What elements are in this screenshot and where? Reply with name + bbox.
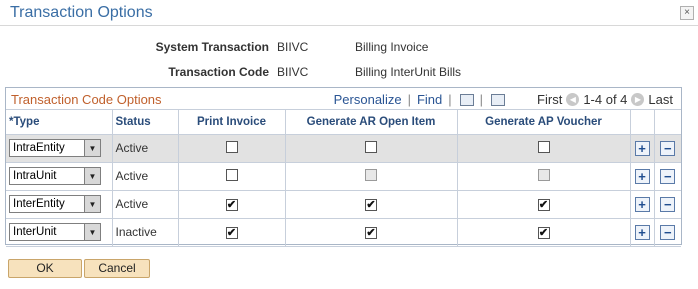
column-header-remove <box>654 110 681 135</box>
personalize-link[interactable]: Personalize <box>334 92 402 107</box>
delete-row-button[interactable]: − <box>660 168 676 184</box>
type-select-value: InterUnit <box>13 226 57 238</box>
type-select[interactable]: IntraEntity ▼ <box>9 139 101 157</box>
chevron-down-icon[interactable]: ▼ <box>84 196 100 212</box>
transaction-code-desc: Billing InterUnit Bills <box>355 65 462 79</box>
table-row: IntraEntity ▼ Active + − <box>6 134 681 163</box>
column-header-status[interactable]: Status <box>112 110 179 135</box>
row-range: 1-4 of 4 <box>583 92 628 107</box>
column-header-print-invoice[interactable]: Print Invoice <box>178 110 286 135</box>
column-header-type[interactable]: *Type <box>6 110 113 135</box>
ar-open-item-checkbox[interactable] <box>365 140 377 153</box>
ap-voucher-checkbox[interactable]: ✔ <box>537 227 550 239</box>
ap-voucher-checkbox[interactable] <box>537 140 550 153</box>
ap-voucher-checkbox <box>537 168 550 181</box>
grid-header: Transaction Code Options Personalize | F… <box>6 88 681 110</box>
column-header-add <box>630 110 655 135</box>
last-label: Last <box>648 92 673 107</box>
delete-row-button[interactable]: − <box>660 196 676 212</box>
find-link[interactable]: Find <box>417 92 442 107</box>
nav-separator: | <box>448 92 452 107</box>
options-table: *Type Status Print Invoice Generate AR O… <box>6 110 681 247</box>
table-row: InterUnit ▼ Inactive ✔ ✔ ✔ + − <box>6 218 681 247</box>
window-title: Transaction Options <box>10 4 153 21</box>
add-row-button[interactable]: + <box>634 168 650 184</box>
type-select-value: InterEntity <box>13 198 65 210</box>
transaction-code-label: Transaction Code <box>168 65 269 79</box>
type-select-value: IntraEntity <box>13 142 65 154</box>
type-select-value: IntraUnit <box>13 170 57 182</box>
print-invoice-checkbox[interactable]: ✔ <box>225 199 238 211</box>
first-label: First <box>537 92 563 107</box>
nav-separator: | <box>407 92 411 107</box>
next-arrow-icon[interactable]: ▶ <box>631 93 645 106</box>
download-grid-icon[interactable] <box>491 93 506 106</box>
ap-voucher-checkbox[interactable]: ✔ <box>537 199 550 211</box>
ar-open-item-checkbox <box>365 168 377 181</box>
ar-open-item-checkbox[interactable]: ✔ <box>365 199 377 211</box>
type-select[interactable]: InterEntity ▼ <box>9 195 101 213</box>
chevron-down-icon[interactable]: ▼ <box>84 168 100 184</box>
column-header-generate-ap-voucher[interactable]: Generate AP Voucher <box>457 110 631 135</box>
print-invoice-checkbox[interactable] <box>225 168 238 181</box>
cancel-button[interactable]: Cancel <box>84 259 150 278</box>
print-invoice-checkbox[interactable]: ✔ <box>225 227 238 239</box>
add-row-button[interactable]: + <box>634 196 650 212</box>
ok-button[interactable]: OK <box>8 259 82 278</box>
status-value: Active <box>115 197 149 211</box>
delete-row-button[interactable]: − <box>660 224 676 240</box>
grid-title: Transaction Code Options <box>11 92 162 107</box>
grid-nav: Personalize | Find | | First ◀ 1-4 of 4 … <box>334 92 673 107</box>
transaction-code-options-grid: Transaction Code Options Personalize | F… <box>5 87 682 247</box>
print-invoice-checkbox[interactable] <box>225 140 238 153</box>
nav-separator: | <box>479 92 484 107</box>
title-bar: Transaction Options × <box>0 0 698 26</box>
ar-open-item-checkbox[interactable]: ✔ <box>365 227 377 239</box>
close-icon[interactable]: × <box>680 6 694 20</box>
view-all-icon[interactable] <box>459 93 474 106</box>
table-row: InterEntity ▼ Active ✔ ✔ ✔ + − <box>6 190 681 219</box>
table-header-row: *Type Status Print Invoice Generate AR O… <box>6 110 681 135</box>
column-header-generate-ar-open-item[interactable]: Generate AR Open Item <box>285 110 458 135</box>
chevron-down-icon[interactable]: ▼ <box>84 140 100 156</box>
table-row: IntraUnit ▼ Active + − <box>6 162 681 191</box>
type-select[interactable]: InterUnit ▼ <box>9 223 101 241</box>
system-transaction-desc: Billing Invoice <box>355 40 429 54</box>
add-row-button[interactable]: + <box>634 224 650 240</box>
system-transaction-code: BIIVC <box>277 40 309 54</box>
delete-row-button[interactable]: − <box>660 140 676 156</box>
status-value: Inactive <box>115 225 157 239</box>
status-value: Active <box>115 141 149 155</box>
transaction-code-value: BIIVC <box>277 65 309 79</box>
status-value: Active <box>115 169 149 183</box>
system-transaction-label: System Transaction <box>155 40 269 54</box>
previous-arrow-icon[interactable]: ◀ <box>566 93 580 106</box>
add-row-button[interactable]: + <box>634 140 650 156</box>
chevron-down-icon[interactable]: ▼ <box>84 224 100 240</box>
type-select[interactable]: IntraUnit ▼ <box>9 167 101 185</box>
